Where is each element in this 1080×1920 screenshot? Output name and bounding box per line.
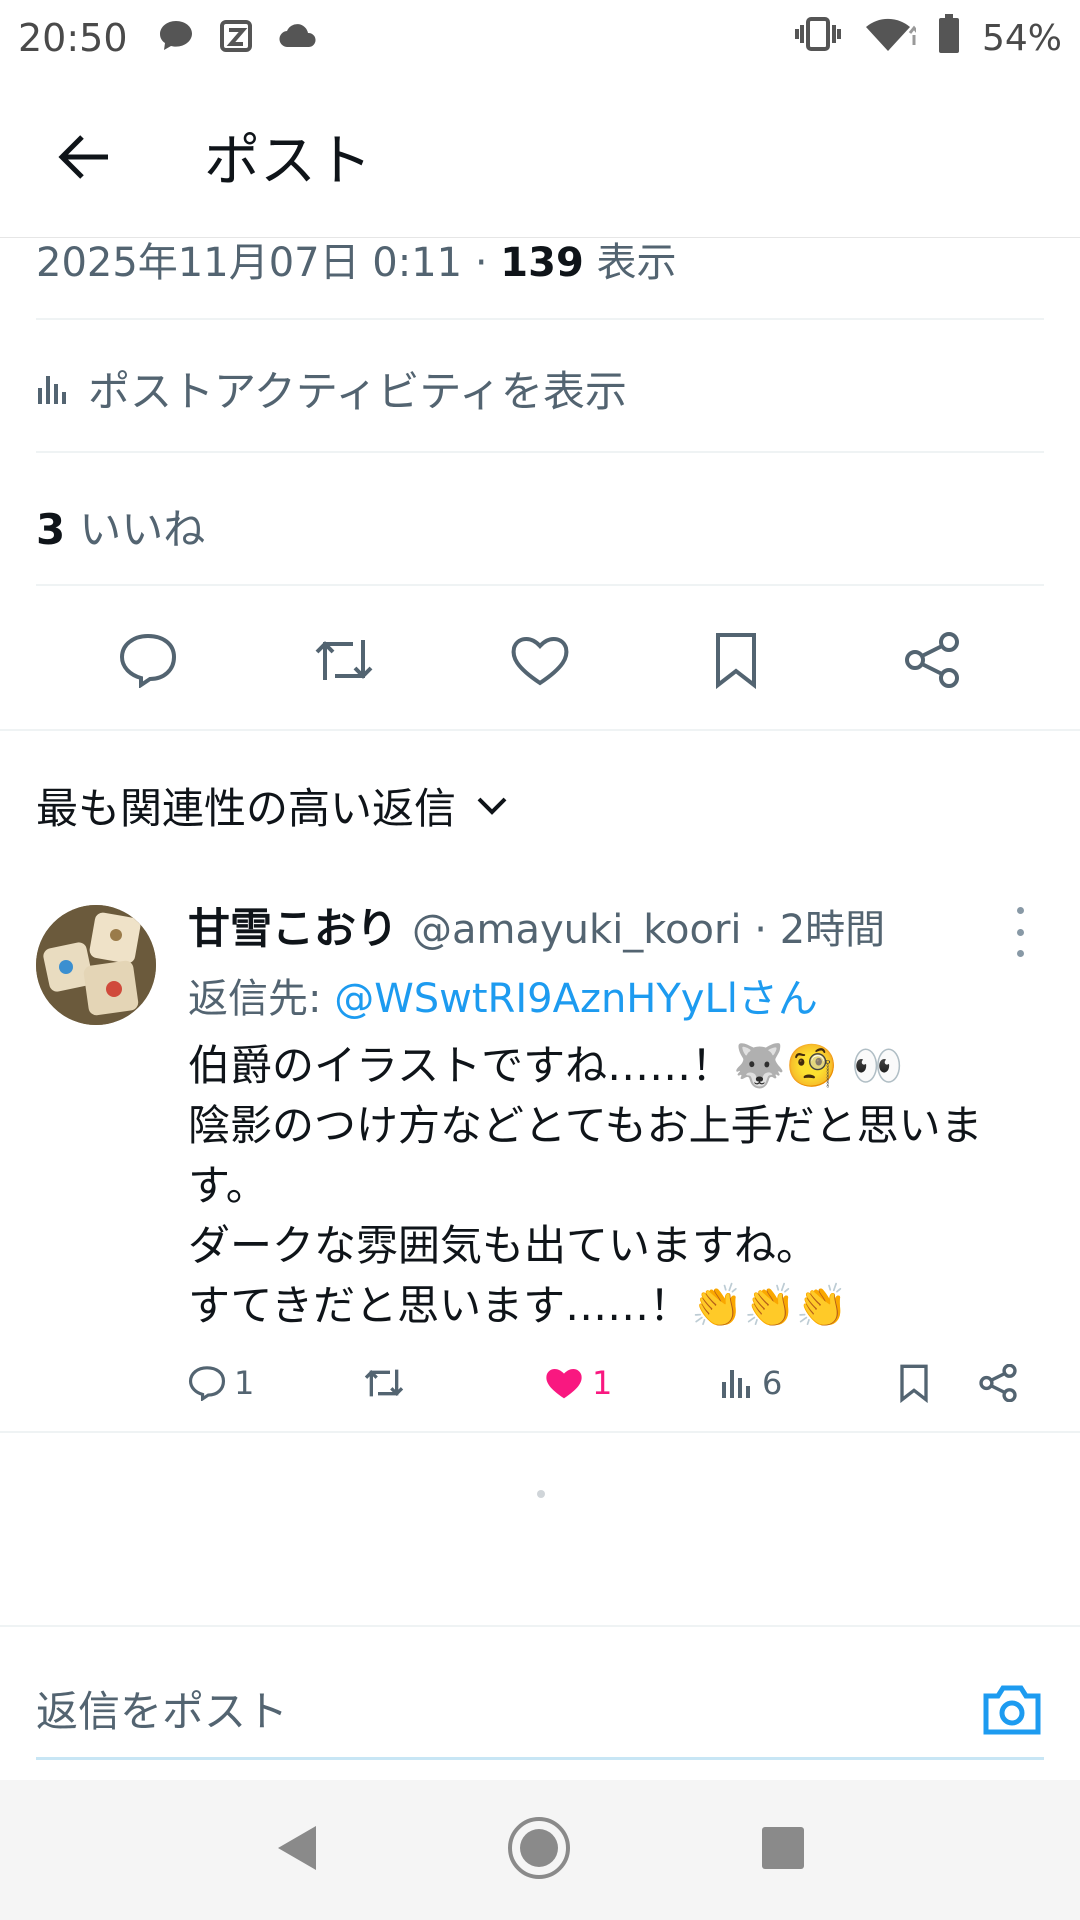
nav-back-icon [278,1826,316,1870]
section-divider [0,1431,1080,1433]
post-datetime: 2025年11月07日 0:11 · [36,240,501,286]
bookmark-icon [716,633,756,689]
views-count: 139 [500,240,584,286]
reply-actions: 1 1 6 [152,1358,1032,1408]
likes-count: 3 [36,505,66,554]
wifi-icon [864,15,920,62]
reply-views-button[interactable]: 6 [720,1358,782,1408]
reply-to-line: 返信先: @WSwtRI9AznHYyLlさん [188,966,1048,1024]
more-dot [1016,950,1024,957]
post-meta: 2025年11月07日 0:11 · 139 表示 [36,230,677,288]
camera-icon [983,1685,1041,1734]
reply-to-mention[interactable]: @WSwtRI9AznHYyLlさん [334,976,818,1022]
reply-composer[interactable]: 返信をポスト [36,1660,1044,1760]
reply-icon [188,1366,226,1401]
reply-time: · 2時間 [754,907,886,953]
post-activity-link[interactable]: ポストアクティビティを表示 [36,358,627,419]
bar-chart-icon [38,375,66,404]
like-button[interactable] [500,620,580,700]
reply-views-count: 6 [762,1364,783,1402]
reply-to-prefix: 返信先: [188,976,335,1022]
reply-likes-count: 1 [592,1364,613,1402]
status-time: 20:50 [18,16,128,60]
battery-percent: 54% [981,17,1062,59]
avatar[interactable] [36,905,156,1025]
cloud-icon [278,23,318,53]
reply-body: 甘雪こおり @amayuki_koori · 2時間 返信先: @WSwtRI9A… [188,895,1048,1336]
share-button[interactable] [892,620,972,700]
reply-composer-placeholder[interactable]: 返信をポスト [36,1678,288,1739]
more-dot [1016,907,1024,914]
heart-filled-icon [546,1369,582,1399]
back-button[interactable] [34,107,134,207]
post-actions [0,615,1080,705]
bookmark-button[interactable] [696,620,776,700]
post-activity-label: ポストアクティビティを表示 [88,367,627,416]
reply-icon [119,633,177,688]
camera-button[interactable] [980,1677,1044,1741]
app-notification-icon [219,20,252,56]
system-nav-bar [0,1780,1080,1920]
nav-recents-button[interactable] [760,1825,806,1875]
app-bar: ポスト [0,76,1080,238]
battery-icon [938,13,960,63]
likes-summary[interactable]: 3 いいね [36,496,205,557]
message-bubble-icon [158,19,194,57]
repost-button[interactable] [304,620,384,700]
reply-header: 甘雪こおり @amayuki_koori · 2時間 [188,895,1048,956]
views-label: 表示 [596,240,677,286]
nav-recents-icon [762,1827,804,1869]
more-dot [1016,928,1024,936]
page-title: ポスト [204,129,372,194]
reply-like-button[interactable]: 1 [544,1358,612,1408]
reply-replies-count: 1 [234,1364,255,1402]
repost-icon [315,640,373,680]
reply-handle[interactable]: @amayuki_koori [412,907,742,953]
loading-indicator [537,1490,545,1498]
arrow-left-icon [58,134,108,179]
share-icon [979,1364,1017,1402]
share-icon [905,632,959,688]
reply-sort-label: 最も関連性の高い返信 [36,784,457,833]
reply-share-button[interactable] [978,1358,1018,1408]
section-divider [0,729,1080,731]
likes-label: いいね [79,505,206,554]
nav-home-icon [508,1817,570,1879]
reply-display-name[interactable]: 甘雪こおり [188,904,398,953]
reply-sort-dropdown[interactable]: 最も関連性の高い返信 [36,775,508,836]
vibrate-icon [794,16,842,61]
section-divider [0,1625,1080,1627]
divider [36,584,1044,586]
divider [36,318,1044,320]
reply-bookmark-button[interactable] [898,1358,930,1408]
bar-chart-icon [722,1370,750,1398]
reply-repost-button[interactable] [362,1358,406,1408]
like-icon [511,637,569,686]
bookmark-icon [900,1364,928,1403]
reply-button[interactable] [108,620,188,700]
more-options-button[interactable] [1000,907,1040,957]
nav-home-button[interactable] [506,1815,572,1885]
reply-text: 伯爵のイラストですね……！🐺🧐 👀 陰影のつけ方などとてもお上手だと思います。 … [188,1041,983,1330]
chevron-down-icon [477,797,507,815]
reply-reply-button[interactable]: 1 [188,1358,254,1408]
repost-icon [364,1369,404,1397]
status-bar: 20:50 54% [0,0,1080,76]
nav-back-button[interactable] [274,1824,318,1876]
divider [36,451,1044,453]
